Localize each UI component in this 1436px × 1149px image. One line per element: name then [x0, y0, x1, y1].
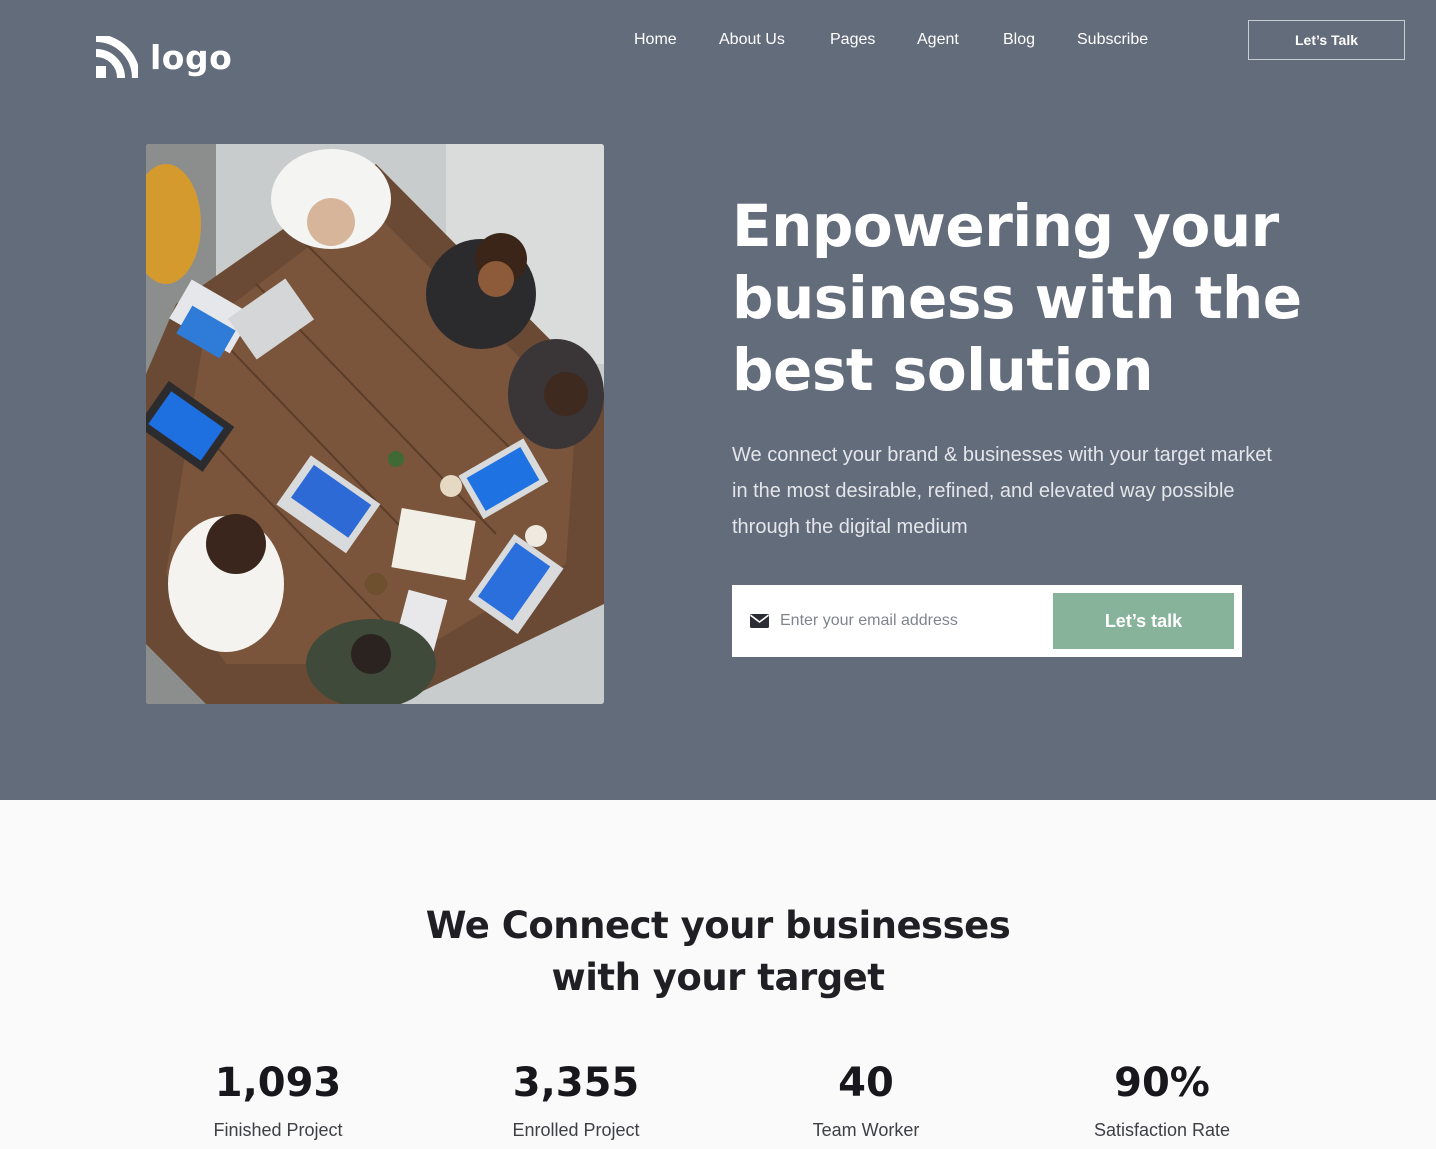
hero-section: logo Home About Us Pages Agent Blog Subs… [0, 0, 1436, 800]
stat-value: 1,093 [214, 1060, 342, 1106]
hero-photo [146, 144, 604, 704]
stat-label: Satisfaction Rate [1093, 1120, 1231, 1140]
stat-label: Team Worker [812, 1120, 920, 1140]
headline-line-1: Enpowering your [732, 192, 1279, 260]
stat-satisfaction-rate: 90% Satisfaction Rate [1012, 1058, 1312, 1142]
email-input[interactable] [780, 607, 1040, 635]
logo-icon [96, 36, 138, 79]
headline-line-3: best solution [732, 336, 1154, 404]
stat-value: 40 [838, 1060, 894, 1106]
headline-line-2: business with the [732, 264, 1302, 332]
nav-agent[interactable]: Agent [917, 28, 959, 52]
meeting-photo-icon [146, 144, 604, 704]
nav-blog[interactable]: Blog [1003, 28, 1035, 52]
stat-finished-project: 1,093 Finished Project [128, 1058, 428, 1142]
stat-value: 3,355 [512, 1060, 640, 1106]
stat-label: Finished Project [213, 1120, 343, 1140]
hero-subtext: We connect your brand & businesses with … [732, 444, 1272, 538]
stat-enrolled-project: 3,355 Enrolled Project [426, 1058, 726, 1142]
section-title-line-2: with your target [551, 956, 885, 999]
lets-talk-submit-button[interactable]: Let’s talk [1053, 593, 1234, 649]
stat-team-worker: 40 Team Worker [716, 1058, 1016, 1142]
section-title: We Connect your businesses with your tar… [368, 900, 1068, 1004]
stat-label: Enrolled Project [512, 1120, 640, 1140]
hero-headline: Enpowering your business with the best s… [732, 190, 1332, 406]
mail-icon [750, 614, 769, 628]
logo-text: logo [150, 38, 233, 77]
stat-value: 90% [1114, 1060, 1210, 1106]
lets-talk-header-button[interactable]: Let’s Talk [1248, 20, 1405, 60]
section-title-line-1: We Connect your businesses [425, 904, 1011, 947]
nav-home[interactable]: Home [634, 28, 677, 52]
nav-subscribe[interactable]: Subscribe [1077, 28, 1148, 52]
nav-about-us[interactable]: About Us [719, 28, 785, 52]
email-signup-form: Let’s talk [732, 585, 1242, 657]
logo[interactable]: logo [96, 36, 232, 80]
nav-pages[interactable]: Pages [830, 28, 875, 52]
